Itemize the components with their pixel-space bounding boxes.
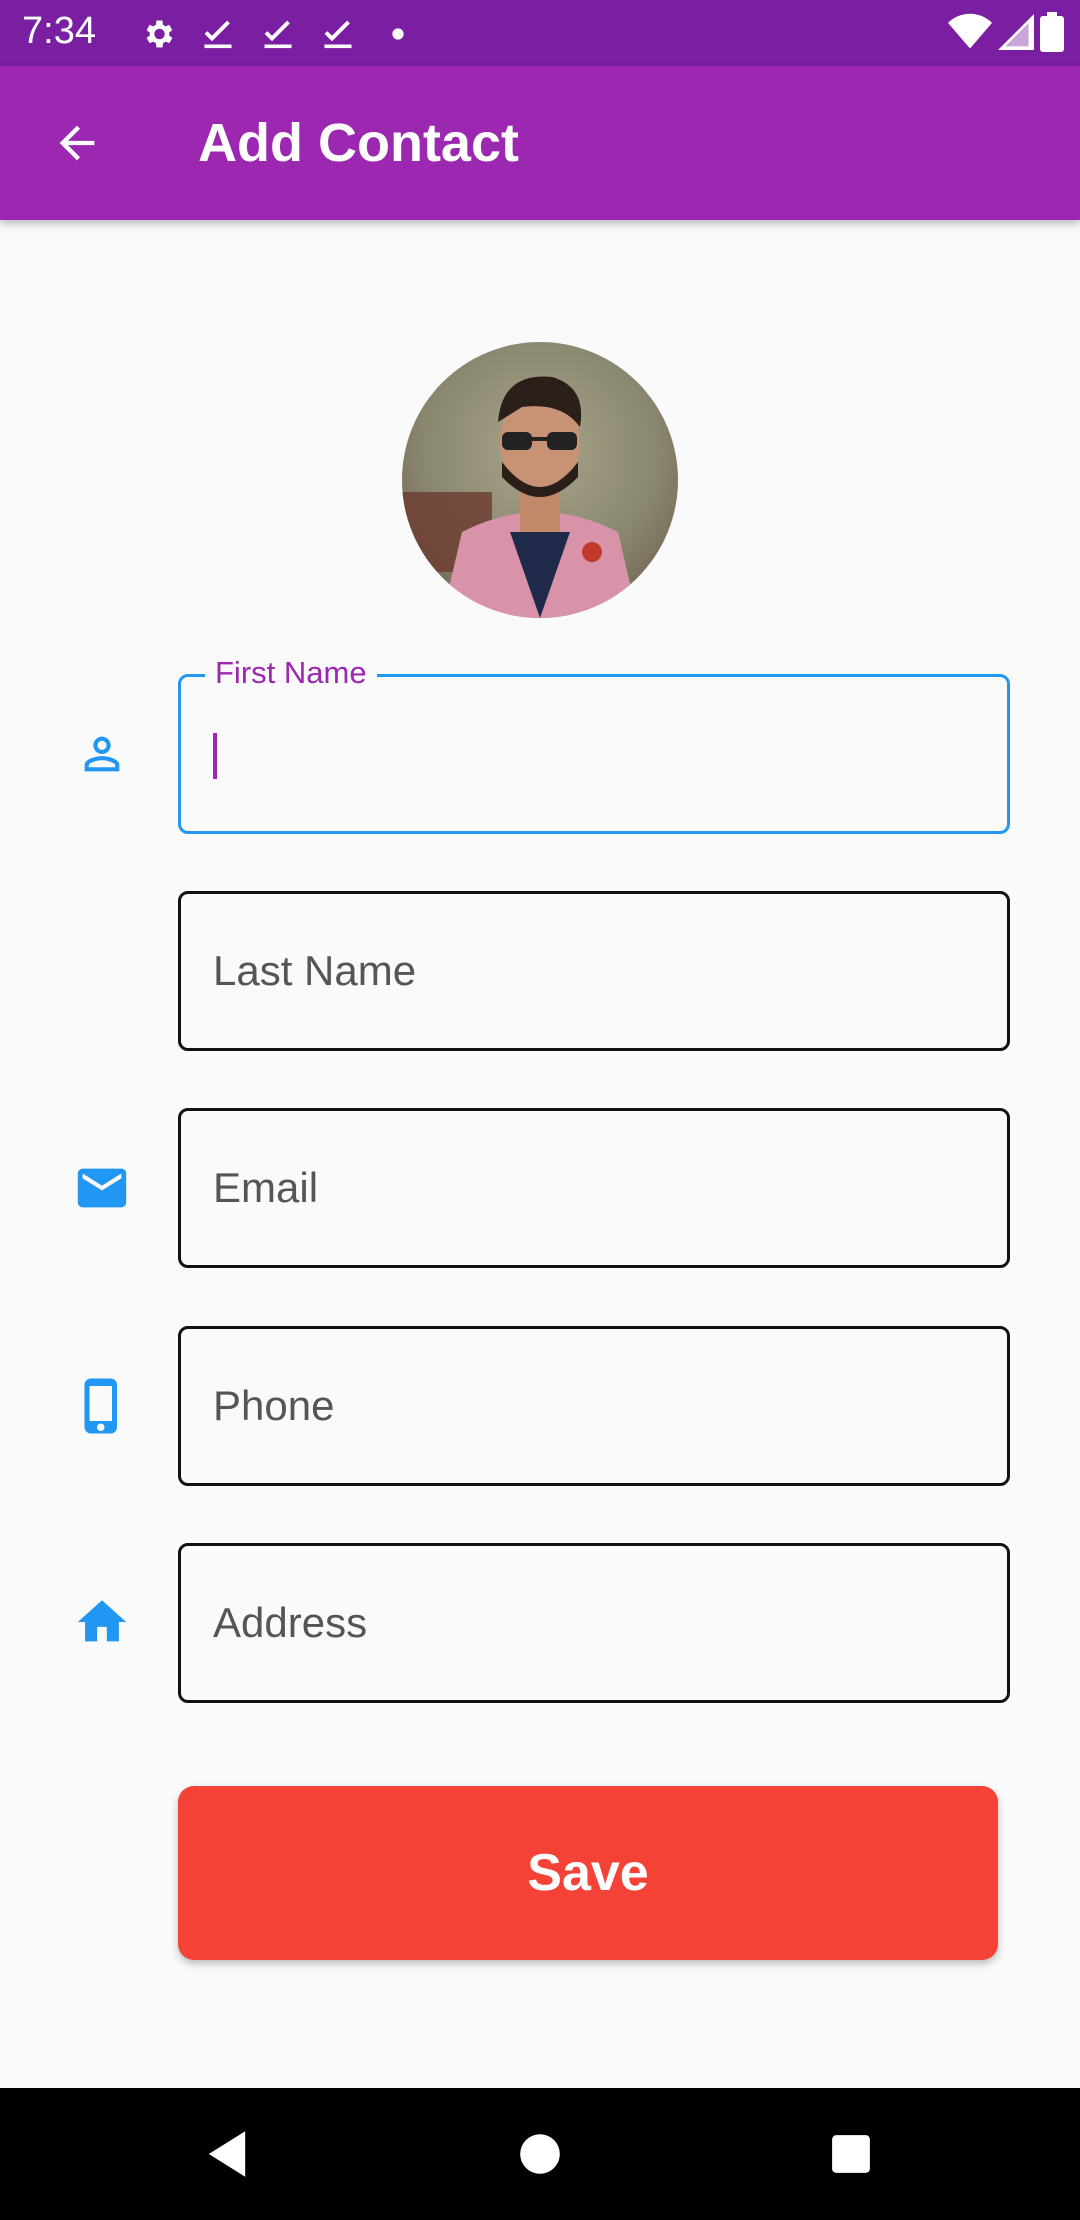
status-bar: 7:34 (0, 0, 1080, 66)
back-triangle-icon[interactable] (182, 2112, 272, 2196)
home-icon (62, 1582, 142, 1662)
first-name-label: First Name (205, 655, 377, 691)
email-field[interactable]: Email (178, 1108, 1010, 1268)
person-icon (62, 714, 142, 794)
navigation-bar (0, 2088, 1080, 2220)
email-placeholder: Email (213, 1164, 319, 1211)
page-title: Add Contact (198, 113, 519, 173)
status-time: 7:34 (22, 10, 96, 52)
last-name-placeholder: Last Name (213, 947, 417, 994)
battery-icon (1040, 12, 1064, 57)
check-icon (308, 12, 368, 56)
signal-icon (998, 12, 1034, 57)
check-icon (248, 12, 308, 56)
last-name-field[interactable]: Last Name (178, 891, 1010, 1051)
avatar[interactable] (402, 342, 678, 618)
dot-icon (368, 12, 428, 56)
notification-icons (128, 12, 428, 56)
save-button[interactable]: Save (178, 1786, 998, 1960)
first-name-field[interactable]: First Name (178, 655, 1010, 834)
app-bar: Add Contact (0, 66, 1080, 220)
gear-icon (128, 12, 188, 56)
system-icons (948, 12, 1064, 57)
address-placeholder: Address (213, 1599, 368, 1646)
mail-icon (62, 1148, 142, 1228)
address-field[interactable]: Address (178, 1543, 1010, 1703)
wifi-icon (948, 12, 992, 57)
home-circle-icon[interactable] (495, 2112, 585, 2196)
check-icon (188, 12, 248, 56)
text-cursor (213, 733, 217, 779)
phone-field[interactable]: Phone (178, 1326, 1010, 1486)
recents-square-icon[interactable] (806, 2112, 896, 2196)
arrow-back-icon[interactable] (44, 110, 110, 176)
phone-icon (62, 1366, 142, 1446)
phone-placeholder: Phone (213, 1382, 335, 1429)
